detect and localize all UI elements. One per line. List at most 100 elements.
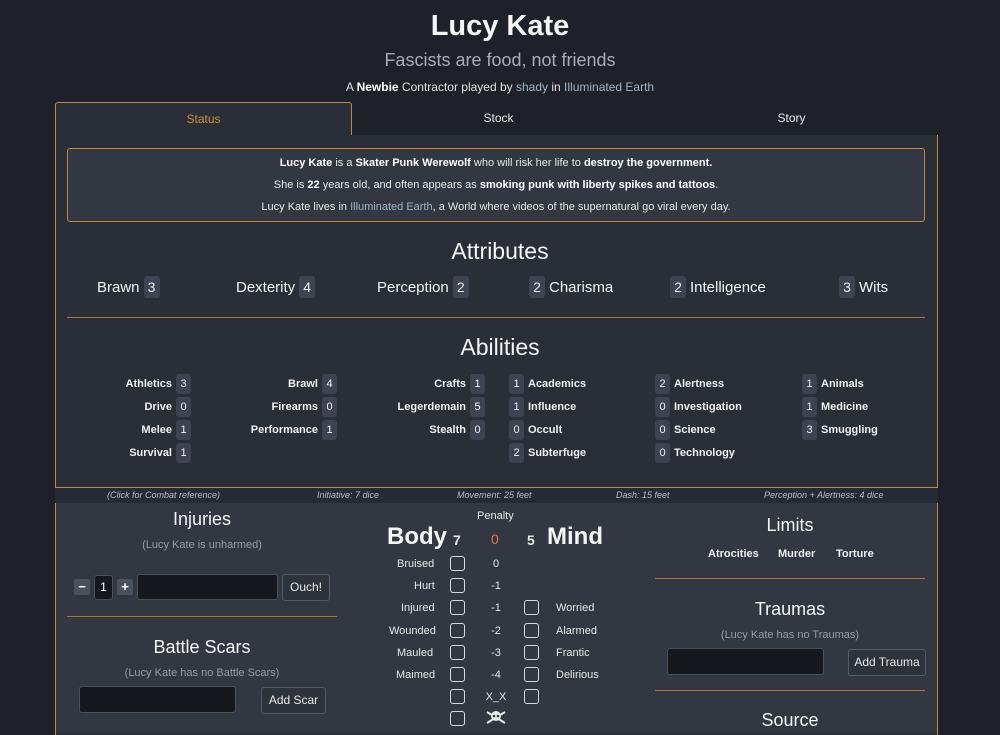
level-maimed: Maimed bbox=[396, 669, 436, 681]
add-scar-button[interactable]: Add Scar bbox=[261, 687, 326, 714]
divider bbox=[67, 317, 925, 318]
body-checkbox-incapacitated[interactable] bbox=[450, 689, 465, 704]
ability-subterfuge: 2 Subterfuge bbox=[509, 443, 586, 463]
ability-alertness: 2 Alertness bbox=[655, 374, 724, 394]
attribute-perception: Perception 2 bbox=[377, 276, 469, 298]
attributes-title: Attributes bbox=[451, 238, 549, 264]
penalty-label: Penalty bbox=[477, 510, 514, 522]
traumas-title: Traumas bbox=[754, 599, 826, 619]
tab-story[interactable]: Story bbox=[645, 102, 938, 135]
ability-science: 0 Science bbox=[655, 420, 716, 440]
ability-athletics: Athletics 3 bbox=[90, 374, 191, 394]
body-checkbox-hurt[interactable] bbox=[450, 578, 465, 593]
body-checkbox-dead[interactable] bbox=[450, 711, 465, 726]
ability-firearms: Firearms 0 bbox=[220, 397, 337, 417]
penalty-4: -3 bbox=[491, 647, 501, 659]
limit-atrocities: Atrocities bbox=[708, 548, 759, 560]
attribute-brawn: Brawn 3 bbox=[97, 276, 160, 298]
ability-smuggling: 3 Smuggling bbox=[802, 420, 878, 440]
attribute-dexterity: Dexterity 4 bbox=[236, 276, 316, 298]
combat-reference-link[interactable]: (Click for Combat reference) bbox=[107, 490, 220, 500]
world-link-summary[interactable]: Illuminated Earth bbox=[350, 201, 433, 213]
decrement-button[interactable]: − bbox=[74, 579, 90, 595]
trauma-input[interactable] bbox=[667, 648, 824, 675]
skull-icon bbox=[485, 710, 507, 724]
level-alarmed: Alarmed bbox=[556, 625, 597, 637]
mind-value: 5 bbox=[527, 532, 535, 548]
increment-button[interactable]: + bbox=[117, 579, 133, 595]
ouch-button[interactable]: Ouch! bbox=[282, 574, 330, 601]
body-checkbox-injured[interactable] bbox=[450, 600, 465, 615]
battle-scars-status: (Lucy Kate has no Battle Scars) bbox=[124, 667, 280, 679]
add-trauma-button[interactable]: Add Trauma bbox=[848, 649, 926, 676]
limit-torture: Torture bbox=[836, 548, 874, 560]
ability-influence: 1 Influence bbox=[509, 397, 576, 417]
level-mauled: Mauled bbox=[397, 647, 434, 659]
limit-murder: Murder bbox=[778, 548, 816, 560]
ability-survival: Survival 1 bbox=[90, 443, 191, 463]
character-byline: A Newbie Contractor played by shady in I… bbox=[345, 80, 655, 94]
injuries-status: (Lucy Kate is unharmed) bbox=[142, 539, 262, 551]
scar-input[interactable] bbox=[79, 686, 236, 713]
ability-drive: Drive 0 bbox=[90, 397, 191, 417]
ability-medicine: 1 Medicine bbox=[802, 397, 868, 417]
level-delirious: Delirious bbox=[556, 669, 599, 681]
ability-occult: 0 Occult bbox=[509, 420, 562, 440]
body-checkbox-bruised[interactable] bbox=[450, 556, 465, 571]
level-hurt: Hurt bbox=[414, 580, 435, 592]
ability-crafts: Crafts 1 bbox=[370, 374, 485, 394]
ability-brawl: Brawl 4 bbox=[220, 374, 337, 394]
tab-stock[interactable]: Stock bbox=[352, 102, 645, 135]
penalty-1: -1 bbox=[491, 580, 501, 592]
traumas-status: (Lucy Kate has no Traumas) bbox=[720, 629, 860, 641]
mind-checkbox-alarmed[interactable] bbox=[524, 623, 539, 638]
mind-checkbox-broken[interactable] bbox=[524, 689, 539, 704]
body-checkbox-maimed[interactable] bbox=[450, 667, 465, 682]
injury-description-input[interactable] bbox=[137, 574, 278, 600]
attribute-charisma: 2 Charisma bbox=[529, 276, 613, 298]
divider bbox=[655, 690, 925, 691]
player-link[interactable]: shady bbox=[516, 80, 548, 94]
injuries-title: Injuries bbox=[172, 509, 232, 529]
level-wounded: Wounded bbox=[389, 625, 436, 637]
mind-checkbox-worried[interactable] bbox=[524, 600, 539, 615]
ability-investigation: 0 Investigation bbox=[655, 397, 742, 417]
penalty-2: -1 bbox=[491, 602, 501, 614]
ability-animals: 1 Animals bbox=[802, 374, 864, 394]
body-checkbox-mauled[interactable] bbox=[450, 645, 465, 660]
character-motto: Fascists are food, not friends bbox=[384, 50, 616, 70]
ability-stealth: Stealth 0 bbox=[370, 420, 485, 440]
mind-checkbox-delirious[interactable] bbox=[524, 667, 539, 682]
battle-scars-title: Battle Scars bbox=[153, 637, 251, 657]
mind-checkbox-frantic[interactable] bbox=[524, 645, 539, 660]
body-checkbox-wounded[interactable] bbox=[450, 623, 465, 638]
level-bruised: Bruised bbox=[397, 558, 435, 570]
penalty-value: 0 bbox=[491, 531, 499, 547]
ability-technology: 0 Technology bbox=[655, 443, 735, 463]
dash: Dash: 15 feet bbox=[616, 490, 670, 500]
movement: Movement: 25 feet bbox=[457, 490, 532, 500]
level-frantic: Frantic bbox=[556, 647, 590, 659]
rank: Newbie bbox=[356, 80, 399, 94]
limits-title: Limits bbox=[766, 515, 814, 535]
attribute-intelligence: 2 Intelligence bbox=[670, 276, 766, 298]
body-value: 7 bbox=[453, 532, 461, 548]
injury-amount[interactable]: 1 bbox=[94, 575, 113, 600]
ability-academics: 1 Academics bbox=[509, 374, 586, 394]
penalty-0: 0 bbox=[492, 558, 500, 570]
penalty-3: -2 bbox=[491, 625, 501, 637]
divider bbox=[655, 578, 925, 579]
abilities-title: Abilities bbox=[460, 334, 540, 360]
character-name: Lucy Kate bbox=[430, 10, 570, 42]
penalty-incapacitated: X_X bbox=[485, 691, 507, 703]
mind-label: Mind bbox=[547, 523, 603, 550]
tab-status[interactable]: Status bbox=[55, 102, 352, 136]
penalty-5: -4 bbox=[491, 669, 501, 681]
combat-summary-bar: (Click for Combat reference) Initiative:… bbox=[55, 487, 938, 504]
attribute-wits: 3 Wits bbox=[839, 276, 888, 298]
divider bbox=[67, 616, 337, 617]
body-label: Body bbox=[387, 523, 447, 550]
ability-melee: Melee 1 bbox=[90, 420, 191, 440]
world-link[interactable]: Illuminated Earth bbox=[564, 80, 654, 94]
ability-legerdemain: Legerdemain 5 bbox=[370, 397, 485, 417]
